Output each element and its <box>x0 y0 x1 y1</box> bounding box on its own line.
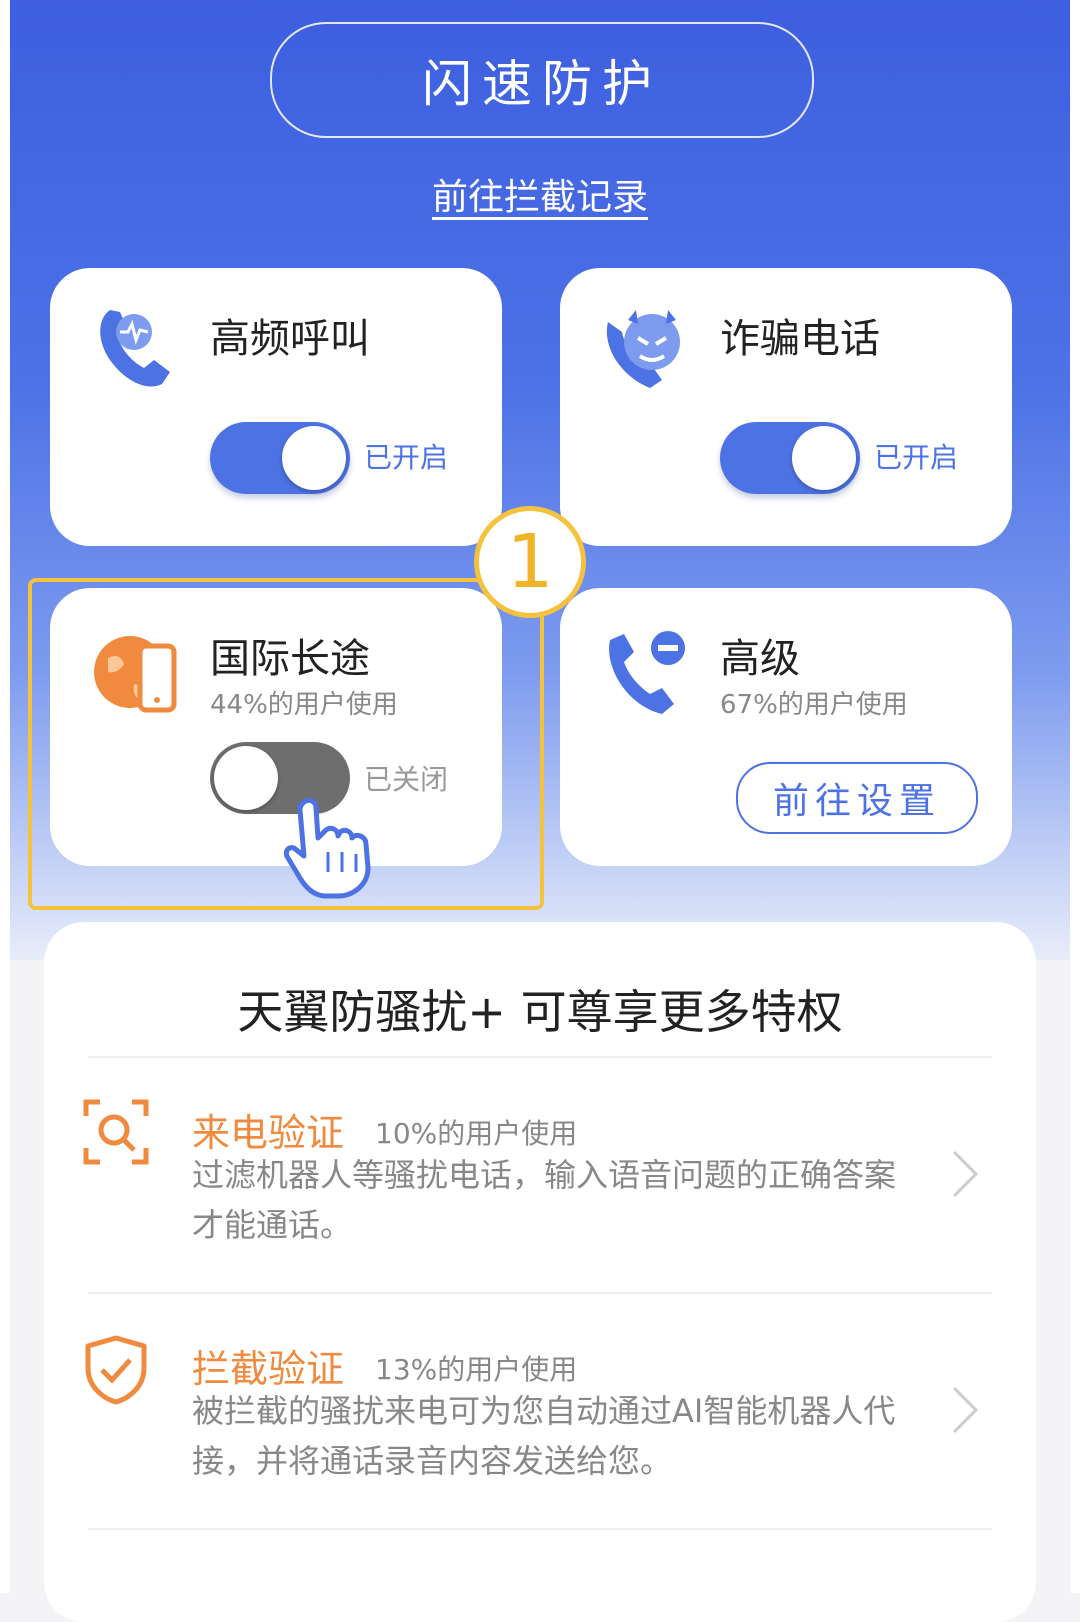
devil-phone-icon <box>606 310 680 388</box>
card-title: 高级 <box>720 636 800 682</box>
toggle-state: 已开启 <box>364 441 449 474</box>
step-badge: 1 <box>474 506 586 618</box>
high-frequency-toggle[interactable] <box>210 422 350 494</box>
toggle-state: 已开启 <box>874 441 959 474</box>
toggle-knob <box>282 426 346 490</box>
card-title: 诈骗电话 <box>720 316 880 362</box>
scan-search-icon <box>83 1099 149 1165</box>
left-edge <box>0 0 10 1593</box>
quick-protect-button[interactable]: 闪速防护 <box>270 22 814 138</box>
premium-title: 天翼防骚扰+ 可尊享更多特权 <box>237 985 843 1039</box>
divider <box>88 1528 992 1530</box>
card-usage: 67%的用户使用 <box>720 690 908 720</box>
feature-title: 拦截验证 <box>192 1347 345 1391</box>
divider <box>88 1292 992 1294</box>
shield-check-icon <box>85 1335 147 1405</box>
feature-desc: 被拦截的骚扰来电可为您自动通过AI智能机器人代接，并将通话录音内容发送给您。 <box>192 1392 896 1480</box>
fraud-call-toggle[interactable] <box>720 422 860 494</box>
right-edge <box>1070 0 1080 1593</box>
phone-minus-icon <box>609 631 685 714</box>
divider <box>88 1056 992 1058</box>
card-title: 高频呼叫 <box>210 316 370 362</box>
intercept-record-link[interactable]: 前往拦截记录 <box>0 168 1080 220</box>
chevron-right-icon <box>952 1386 979 1434</box>
pointer-hand-icon <box>283 797 371 899</box>
feature-usage: 13%的用户使用 <box>375 1353 578 1386</box>
chevron-right-icon <box>952 1150 979 1198</box>
goto-settings-button[interactable]: 前往设置 <box>736 762 978 834</box>
toggle-knob <box>792 426 856 490</box>
feature-title: 来电验证 <box>192 1111 345 1155</box>
feature-usage: 10%的用户使用 <box>375 1117 578 1150</box>
feature-desc: 过滤机器人等骚扰电话，输入语音问题的正确答案才能通话。 <box>192 1156 897 1244</box>
phone-heartbeat-icon <box>100 310 170 387</box>
